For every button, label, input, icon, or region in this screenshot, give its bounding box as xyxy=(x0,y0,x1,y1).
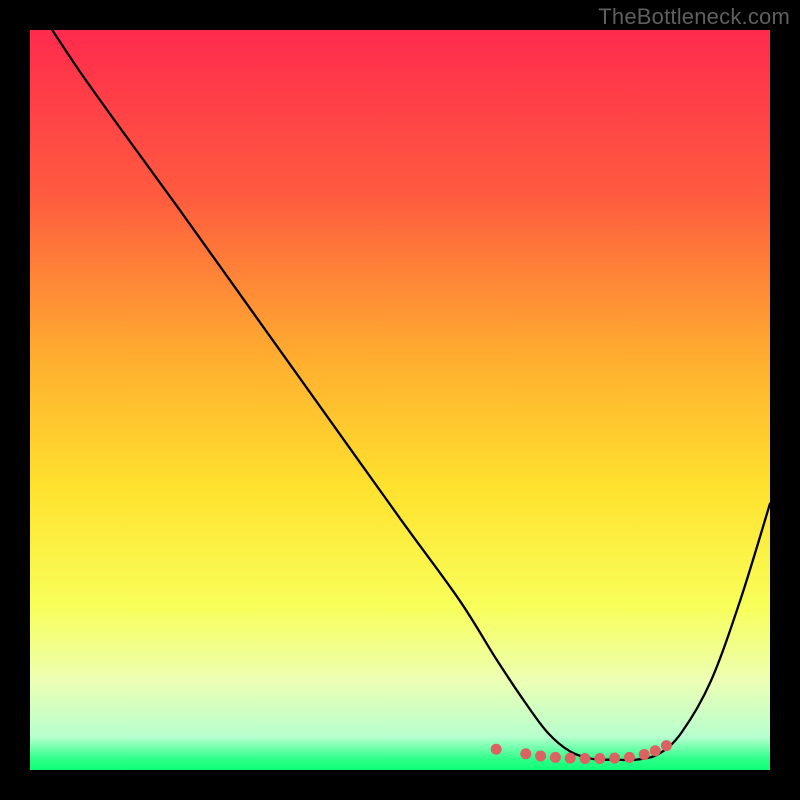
chart-frame: TheBottleneck.com xyxy=(0,0,800,800)
plot-svg xyxy=(30,30,770,770)
optimal-dot xyxy=(491,744,502,755)
optimal-dot xyxy=(650,745,661,756)
optimal-dot xyxy=(594,753,605,764)
optimal-dot xyxy=(609,753,620,764)
optimal-dot xyxy=(520,748,531,759)
optimal-dot xyxy=(624,752,635,763)
optimal-dot xyxy=(535,750,546,761)
optimal-dot xyxy=(661,740,672,751)
optimal-dot xyxy=(580,753,591,764)
optimal-dot xyxy=(550,752,561,763)
optimal-dot xyxy=(639,749,650,760)
plot-area xyxy=(30,30,770,770)
optimal-dot xyxy=(565,753,576,764)
gradient-rect xyxy=(30,30,770,770)
watermark-text: TheBottleneck.com xyxy=(598,4,790,30)
